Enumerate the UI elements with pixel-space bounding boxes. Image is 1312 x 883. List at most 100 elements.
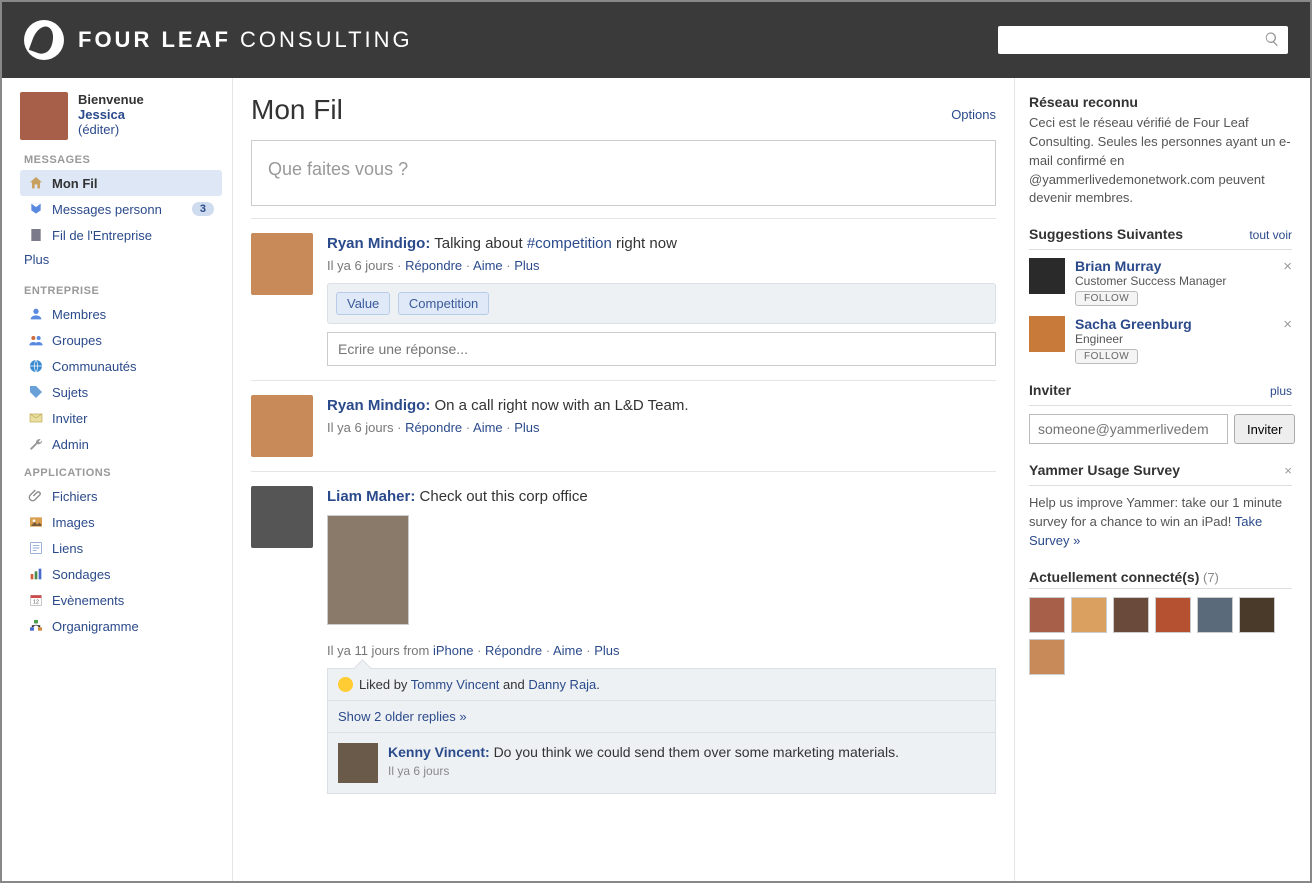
sidebar-item-orgchart[interactable]: Organigramme (20, 613, 222, 639)
more-link[interactable]: Plus (514, 420, 539, 435)
user-link[interactable]: Danny Raja (528, 677, 596, 692)
more-link[interactable]: Plus (514, 258, 539, 273)
sidebar-item-label: Admin (52, 437, 89, 452)
reply-link[interactable]: Répondre (405, 258, 462, 273)
current-user-name[interactable]: Jessica (78, 107, 125, 122)
search-input[interactable] (1006, 33, 1264, 48)
avatar[interactable] (1029, 316, 1065, 352)
reply-link[interactable]: Répondre (405, 420, 462, 435)
hashtag-link[interactable]: #competition (527, 235, 612, 252)
image-icon (28, 514, 44, 530)
sidebar-item-label: Groupes (52, 333, 102, 348)
online-users-grid (1029, 597, 1292, 675)
post-meta: Il ya 6 jours Répondre Aime Plus (327, 258, 996, 273)
follow-button[interactable]: FOLLOW (1075, 291, 1138, 306)
invite-email-input[interactable] (1029, 414, 1228, 444)
more-link[interactable]: Plus (594, 643, 619, 658)
follow-button[interactable]: FOLLOW (1075, 349, 1138, 364)
search-icon[interactable] (1264, 31, 1280, 50)
post-author-link[interactable]: Ryan Mindigo: (327, 397, 430, 414)
sidebar-item-topics[interactable]: Sujets (20, 379, 222, 405)
sidebar-item-personal-messages[interactable]: Messages personn 3 (20, 196, 222, 222)
avatar[interactable] (251, 233, 313, 295)
online-now-block: Actuellement connecté(s) (7) (1029, 569, 1292, 675)
feed-options-link[interactable]: Options (951, 107, 996, 122)
sidebar-item-label: Fichiers (52, 489, 98, 504)
suggestions-title: Suggestions Suivantes (1029, 226, 1183, 242)
like-link[interactable]: Aime (473, 258, 503, 273)
sidebar-more-link[interactable]: Plus (20, 248, 53, 275)
avatar[interactable] (1029, 639, 1065, 675)
source-link[interactable]: iPhone (433, 643, 473, 658)
show-older-replies[interactable]: Show 2 older replies » (327, 701, 996, 733)
sidebar-item-groups[interactable]: Groupes (20, 327, 222, 353)
avatar[interactable] (1071, 597, 1107, 633)
clip-icon (28, 488, 44, 504)
sidebar-item-images[interactable]: Images (20, 509, 222, 535)
feed-post: Ryan Mindigo: Talking about #competition… (251, 218, 996, 380)
topic-chip[interactable]: Competition (398, 292, 489, 315)
reply-input[interactable] (327, 332, 996, 366)
people-icon (28, 332, 44, 348)
tag-icon (28, 384, 44, 400)
image-attachment[interactable] (327, 515, 409, 625)
avatar[interactable] (1029, 597, 1065, 633)
avatar[interactable] (1029, 258, 1065, 294)
edit-profile-link[interactable]: (éditer) (78, 122, 119, 137)
avatar[interactable] (20, 92, 68, 140)
app-header: FOUR LEAF CONSULTING (2, 2, 1310, 78)
avatar[interactable] (251, 395, 313, 457)
page-title: Mon Fil (251, 94, 343, 126)
left-sidebar: Bienvenue Jessica (éditer) MESSAGES Mon … (2, 78, 232, 881)
sidebar-item-links[interactable]: Liens (20, 535, 222, 561)
sidebar-item-admin[interactable]: Admin (20, 431, 222, 457)
avatar[interactable] (251, 486, 313, 548)
right-sidebar: Réseau reconnu Ceci est le réseau vérifi… (1015, 78, 1310, 881)
sidebar-item-invite[interactable]: Inviter (20, 405, 222, 431)
post-author-link[interactable]: Ryan Mindigo: (327, 235, 430, 252)
topic-chip[interactable]: Value (336, 292, 390, 315)
person-icon (28, 306, 44, 322)
sidebar-item-label: Evènements (52, 593, 124, 608)
invite-button[interactable]: Inviter (1234, 414, 1295, 444)
home-icon (28, 175, 44, 191)
sidebar-item-polls[interactable]: Sondages (20, 561, 222, 587)
global-search[interactable] (998, 26, 1288, 54)
sidebar-item-label: Sujets (52, 385, 88, 400)
reply-author-link[interactable]: Kenny Vincent: (388, 744, 490, 760)
sidebar-item-company-feed[interactable]: Fil de l'Entreprise (20, 222, 222, 248)
invite-more-link[interactable]: plus (1270, 384, 1292, 398)
user-link[interactable]: Tommy Vincent (411, 677, 500, 692)
suggestion-name-link[interactable]: Sacha Greenburg (1075, 316, 1192, 332)
sidebar-item-files[interactable]: Fichiers (20, 483, 222, 509)
sidebar-item-label: Images (52, 515, 95, 530)
leaf-logo-icon (24, 20, 64, 60)
like-link[interactable]: Aime (553, 643, 583, 658)
like-link[interactable]: Aime (473, 420, 503, 435)
link-icon (28, 540, 44, 556)
avatar[interactable] (1239, 597, 1275, 633)
sidebar-item-communities[interactable]: Communautés (20, 353, 222, 379)
see-all-link[interactable]: tout voir (1249, 228, 1292, 242)
reply-link[interactable]: Répondre (485, 643, 542, 658)
sidebar-item-my-feed[interactable]: Mon Fil (20, 170, 222, 196)
avatar[interactable] (338, 743, 378, 783)
reply-time: Il ya 6 jours (388, 764, 899, 778)
sidebar-item-members[interactable]: Membres (20, 301, 222, 327)
close-icon[interactable]: × (1284, 463, 1292, 478)
dismiss-icon[interactable]: × (1283, 258, 1292, 275)
post-author-link[interactable]: Liam Maher: (327, 488, 415, 505)
sidebar-item-label: Sondages (52, 567, 111, 582)
inbox-icon (28, 201, 44, 217)
suggestion-name-link[interactable]: Brian Murray (1075, 258, 1161, 274)
brand: FOUR LEAF CONSULTING (24, 20, 413, 60)
sidebar-item-events[interactable]: 12 Evènements (20, 587, 222, 613)
sidebar-item-label: Messages personn (52, 202, 162, 217)
avatar[interactable] (1197, 597, 1233, 633)
dismiss-icon[interactable]: × (1283, 316, 1292, 333)
post-content: Ryan Mindigo: Talking about #competition… (327, 233, 996, 254)
avatar[interactable] (1155, 597, 1191, 633)
online-title: Actuellement connecté(s) (1029, 569, 1199, 585)
status-composer[interactable]: Que faites vous ? (251, 140, 996, 206)
avatar[interactable] (1113, 597, 1149, 633)
